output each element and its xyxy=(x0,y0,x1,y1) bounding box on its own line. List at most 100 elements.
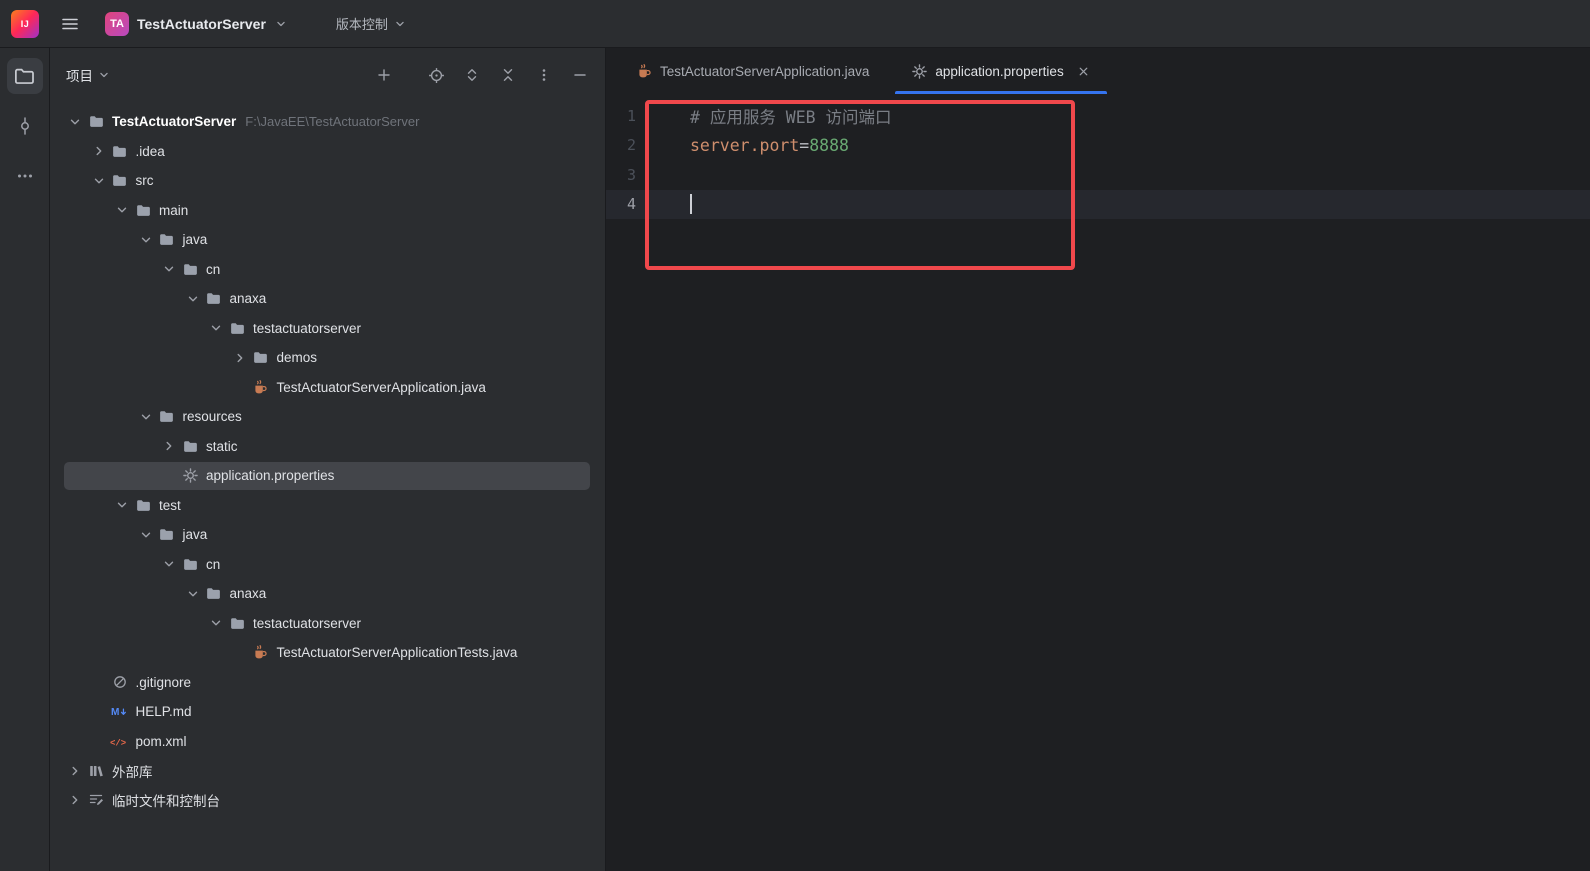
tree-item[interactable]: java xyxy=(50,520,605,550)
locate-target-icon xyxy=(428,67,445,84)
tree-item[interactable]: TestActuatorServerApplication.java xyxy=(50,373,605,403)
editor-tab[interactable]: application.properties xyxy=(895,48,1108,94)
folder-icon xyxy=(110,141,130,161)
tree-item-label: TestActuatorServer xyxy=(112,114,237,130)
chevron-right-icon[interactable] xyxy=(158,435,180,457)
rail-project-button[interactable] xyxy=(6,58,43,94)
rail-more-button[interactable] xyxy=(7,158,43,194)
folder-icon xyxy=(180,259,200,279)
chevron-down-icon[interactable] xyxy=(182,288,204,310)
tree-item[interactable]: M HELP.md xyxy=(50,697,605,727)
tree-item[interactable]: cn xyxy=(50,255,605,285)
chevron-down-icon[interactable] xyxy=(111,494,133,516)
tree-item[interactable]: resources xyxy=(50,402,605,432)
tree-item-label: .gitignore xyxy=(135,674,192,690)
locate-button[interactable] xyxy=(425,64,447,86)
tree-item-label: TestActuatorServerApplication.java xyxy=(276,379,486,395)
chevron-down-icon[interactable] xyxy=(111,199,133,221)
chevron-down-icon[interactable] xyxy=(88,170,110,192)
tree-item-label: testactuatorserver xyxy=(253,320,362,336)
chevron-down-icon[interactable] xyxy=(64,111,86,133)
tree-item[interactable]: testactuatorserver xyxy=(50,609,605,639)
folder-icon xyxy=(157,525,177,545)
project-panel-toolbar xyxy=(373,64,591,86)
caret xyxy=(690,194,692,215)
tree-item[interactable]: .gitignore xyxy=(50,668,605,698)
main-menu-button[interactable] xyxy=(55,9,85,39)
chevron-right-icon[interactable] xyxy=(229,347,251,369)
tree-item-label: static xyxy=(206,438,238,454)
hide-button[interactable] xyxy=(569,64,591,86)
options-button[interactable] xyxy=(533,64,555,86)
close-icon[interactable] xyxy=(1076,64,1091,79)
collapse-all-button[interactable] xyxy=(497,64,519,86)
tree-item[interactable]: TestActuatorServer F:\JavaEE\TestActuator… xyxy=(50,107,605,137)
chevron-down-icon[interactable] xyxy=(158,553,180,575)
tree-item-label: resources xyxy=(182,409,242,425)
tree-item[interactable]: demos xyxy=(50,343,605,373)
editor-tabs: TestActuatorServerApplication.java applic… xyxy=(606,48,1590,94)
gear-icon xyxy=(911,63,928,80)
chevron-down-icon[interactable] xyxy=(135,229,157,251)
expand-all-button[interactable] xyxy=(461,64,483,86)
plus-icon xyxy=(376,67,392,83)
tree-item-label: application.properties xyxy=(206,468,335,484)
editor-area: TestActuatorServerApplication.java applic… xyxy=(606,48,1590,871)
project-folder-icon xyxy=(13,65,36,88)
tree-item-label: cn xyxy=(206,556,221,572)
tree-item[interactable]: testactuatorserver xyxy=(50,314,605,344)
tree-item[interactable]: cn xyxy=(50,550,605,580)
tree-item[interactable]: static xyxy=(50,432,605,462)
code-text[interactable] xyxy=(636,194,692,215)
tree-item[interactable]: </> pom.xml xyxy=(50,727,605,757)
chevron-down-icon[interactable] xyxy=(135,524,157,546)
tree-item[interactable]: java xyxy=(50,225,605,255)
tree-item[interactable]: anaxa xyxy=(50,579,605,609)
tree-item[interactable]: src xyxy=(50,166,605,196)
tree-item[interactable]: 临时文件和控制台 xyxy=(50,786,605,816)
rail-commit-button[interactable] xyxy=(7,108,43,144)
tab-label: TestActuatorServerApplication.java xyxy=(660,63,870,79)
tree-item[interactable]: 外部库 xyxy=(50,756,605,786)
chevron-down-icon[interactable] xyxy=(205,612,227,634)
chevron-right-icon[interactable] xyxy=(64,760,86,782)
gear-icon xyxy=(180,466,200,486)
tree-item[interactable]: test xyxy=(50,491,605,521)
svg-text:</>: </> xyxy=(110,738,126,748)
project-widget-label: TestActuatorServer xyxy=(137,15,266,32)
tree-item-path: F:\JavaEE\TestActuatorServer xyxy=(245,114,420,130)
tree-item[interactable]: anaxa xyxy=(50,284,605,314)
chevron-down-icon[interactable] xyxy=(205,317,227,339)
tree-item-label: main xyxy=(159,202,189,218)
add-button[interactable] xyxy=(373,64,395,86)
tree-item[interactable]: TestActuatorServerApplicationTests.java xyxy=(50,638,605,668)
chevron-right-icon[interactable] xyxy=(88,140,110,162)
hamburger-icon xyxy=(60,14,80,34)
code-text[interactable]: server.port = 8888 xyxy=(636,136,849,155)
vcs-widget[interactable]: 版本控制 xyxy=(336,14,407,33)
project-widget[interactable]: TA TestActuatorServer xyxy=(105,11,288,36)
hide-minus-icon xyxy=(572,67,588,83)
scratches-icon xyxy=(86,790,106,810)
project-view-selector[interactable]: 项目 xyxy=(66,65,111,85)
folder-icon xyxy=(157,230,177,250)
vcs-widget-label: 版本控制 xyxy=(335,17,388,32)
tree-item-label: pom.xml xyxy=(135,733,187,749)
java-class-icon xyxy=(251,377,271,397)
tree-item-label: anaxa xyxy=(229,586,267,602)
chevron-down-icon[interactable] xyxy=(135,406,157,428)
tree-item-label: 外部库 xyxy=(112,764,153,780)
tree-item-label: cn xyxy=(206,261,221,277)
collapse-all-icon xyxy=(500,67,516,83)
folder-icon xyxy=(86,112,106,132)
project-panel-header: 项目 xyxy=(50,48,605,102)
chevron-right-icon[interactable] xyxy=(64,789,86,811)
chevron-down-icon[interactable] xyxy=(158,258,180,280)
tree-item[interactable]: application.properties xyxy=(50,461,605,491)
chevron-down-icon[interactable] xyxy=(182,583,204,605)
tree-item[interactable]: .idea xyxy=(50,137,605,167)
editor-tab[interactable]: TestActuatorServerApplication.java xyxy=(620,48,885,94)
tree-item[interactable]: main xyxy=(50,196,605,226)
code-text[interactable]: # 应用服务 WEB 访问端口 xyxy=(636,104,892,128)
